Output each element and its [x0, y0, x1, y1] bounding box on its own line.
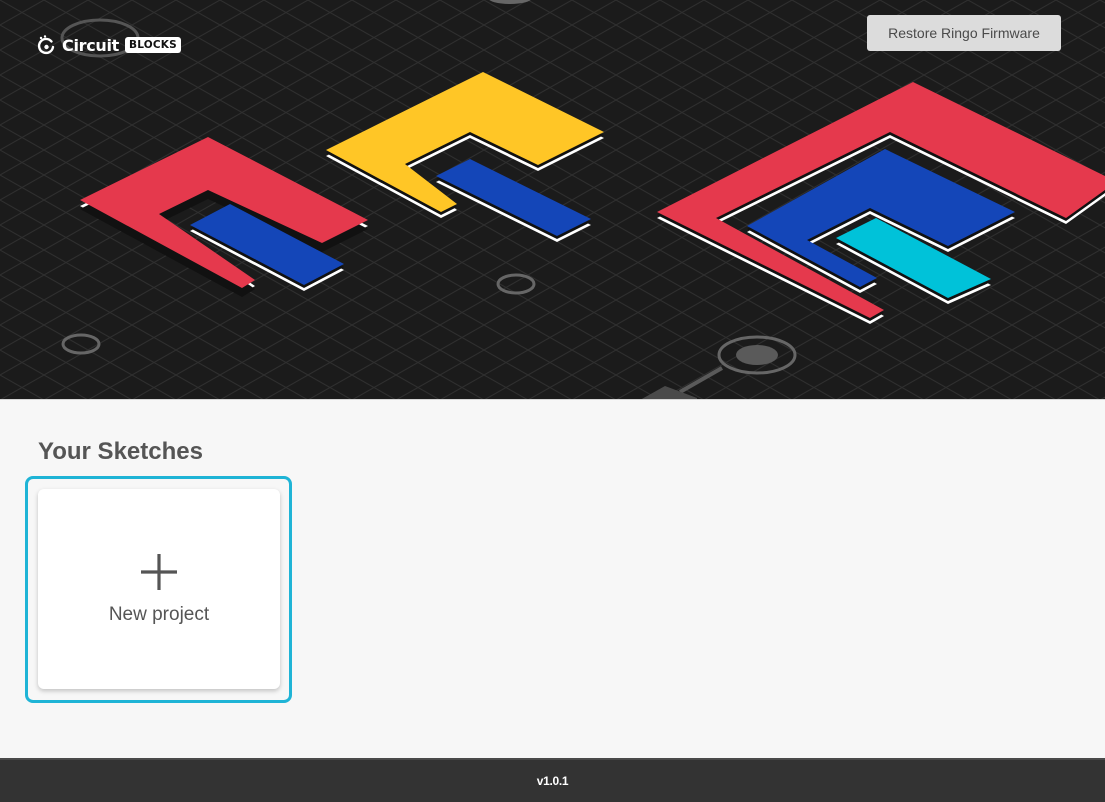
restore-firmware-button[interactable]: Restore Ringo Firmware — [867, 15, 1061, 51]
hero-banner: Circuit BLOCKS Restore Ringo Firmware — [0, 0, 1105, 400]
version-label: v1.0.1 — [536, 774, 569, 788]
circuit-logo-icon — [37, 35, 55, 55]
app-logo: Circuit BLOCKS — [36, 34, 181, 56]
footer: v1.0.1 — [0, 758, 1105, 802]
sketches-heading: Your Sketches — [38, 438, 203, 465]
logo-text: Circuit — [62, 35, 120, 55]
logo-badge: BLOCKS — [125, 37, 181, 53]
new-project-label: New project — [108, 604, 210, 625]
hero-illustration — [0, 0, 1105, 399]
plus-icon — [141, 554, 177, 590]
new-project-card[interactable]: New project — [38, 489, 280, 689]
